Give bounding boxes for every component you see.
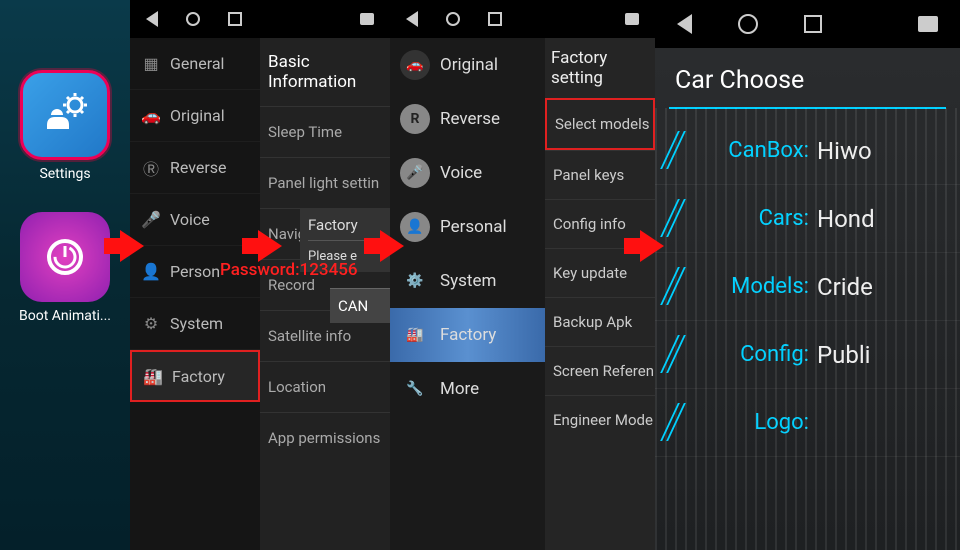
sidebar-item-reverse[interactable]: ⓇReverse xyxy=(130,142,260,194)
mic-icon: 🎤 xyxy=(400,158,430,188)
gallery-icon[interactable] xyxy=(918,16,938,32)
sidebar-item-original[interactable]: 🚗Original xyxy=(390,38,545,92)
factory-icon: 🏭 xyxy=(400,320,430,350)
gallery-icon[interactable] xyxy=(625,13,639,25)
cancel-button[interactable]: CAN xyxy=(330,288,390,323)
factory-header: Factory setting xyxy=(545,38,655,98)
page-title: Car Choose xyxy=(655,48,960,107)
info-pane: Basic Information Sleep Time Panel light… xyxy=(260,38,390,550)
slash-icon xyxy=(665,267,683,307)
step-arrow-icon xyxy=(380,230,404,262)
sidebar-item-original[interactable]: 🚗Original xyxy=(130,90,260,142)
slash-icon xyxy=(665,199,683,239)
settings-screen-1: ▦General 🚗Original ⓇReverse 🎤Voice 👤Pers… xyxy=(130,0,390,550)
row-screen-ref[interactable]: Screen Referen xyxy=(545,346,655,395)
android-navbar xyxy=(390,0,655,38)
home-icon[interactable] xyxy=(186,12,200,26)
row-engineer-mode[interactable]: Engineer Mode xyxy=(545,395,655,444)
factory-icon: 🏭 xyxy=(142,365,164,387)
row-panel[interactable]: Panel light settin xyxy=(260,157,390,208)
slash-icon xyxy=(665,335,683,375)
factory-pane: Factory setting Select models Panel keys… xyxy=(545,38,655,550)
gear-icon: ⚙ xyxy=(140,313,162,335)
row-panel-keys[interactable]: Panel keys xyxy=(545,150,655,199)
step-arrow-icon xyxy=(640,230,664,262)
home-screen: Settings Boot Animati... xyxy=(0,0,130,550)
gallery-icon[interactable] xyxy=(360,13,374,25)
grid-icon: ▦ xyxy=(140,53,162,75)
settings-sidebar: 🚗Original RReverse 🎤Voice 👤Personal ⚙️Sy… xyxy=(390,38,545,550)
home-icon[interactable] xyxy=(446,12,460,26)
settings-screen-2: 🚗Original RReverse 🎤Voice 👤Personal ⚙️Sy… xyxy=(390,0,655,550)
android-navbar xyxy=(130,0,390,38)
back-icon[interactable] xyxy=(677,14,692,34)
back-icon[interactable] xyxy=(406,11,418,27)
settings-sidebar: ▦General 🚗Original ⓇReverse 🎤Voice 👤Pers… xyxy=(130,38,260,550)
sidebar-item-factory[interactable]: 🏭Factory xyxy=(390,308,545,362)
row-select-models[interactable]: Select models xyxy=(545,98,655,150)
row-loc[interactable]: Location xyxy=(260,361,390,412)
car-icon: 🚗 xyxy=(140,105,162,127)
person-icon: 👤 xyxy=(400,212,430,242)
power-icon[interactable] xyxy=(20,212,110,302)
row-sleep[interactable]: Sleep Time xyxy=(260,106,390,157)
reverse-icon: R xyxy=(400,104,430,134)
row-perm[interactable]: App permissions xyxy=(260,412,390,463)
step-arrow-icon xyxy=(258,230,282,262)
recent-icon[interactable] xyxy=(804,15,822,33)
row-backup-apk[interactable]: Backup Apk xyxy=(545,297,655,346)
gear-icon: ⚙️ xyxy=(400,266,430,296)
password-hint: Password:123456 xyxy=(220,260,358,280)
reverse-icon: Ⓡ xyxy=(140,157,162,179)
android-navbar xyxy=(655,0,960,48)
sidebar-item-reverse[interactable]: RReverse xyxy=(390,92,545,146)
back-icon[interactable] xyxy=(146,11,158,27)
settings-app[interactable]: Settings xyxy=(20,70,110,182)
slash-icon xyxy=(665,131,683,171)
wrench-icon: 🔧 xyxy=(400,374,430,404)
recent-icon[interactable] xyxy=(228,12,242,26)
car-choose-screen: Car Choose CanBox:Hiwo Cars:Hond Models:… xyxy=(655,0,960,550)
sidebar-item-voice[interactable]: 🎤Voice xyxy=(130,194,260,246)
sidebar-item-more[interactable]: 🔧More xyxy=(390,362,545,416)
boot-animation-app[interactable]: Boot Animati... xyxy=(19,212,111,324)
car-icon: 🚗 xyxy=(400,50,430,80)
info-header: Basic Information xyxy=(260,38,390,106)
person-icon: 👤 xyxy=(140,261,162,283)
home-icon[interactable] xyxy=(738,14,758,34)
boot-label: Boot Animati... xyxy=(19,308,111,324)
sidebar-item-system[interactable]: ⚙️System xyxy=(390,254,545,308)
slash-icon xyxy=(665,403,683,443)
recent-icon[interactable] xyxy=(488,12,502,26)
sidebar-item-factory[interactable]: 🏭Factory xyxy=(130,350,260,402)
mic-icon: 🎤 xyxy=(140,209,162,231)
sidebar-item-personal[interactable]: 👤Personal xyxy=(390,200,545,254)
step-arrow-icon xyxy=(120,230,144,262)
sidebar-item-voice[interactable]: 🎤Voice xyxy=(390,146,545,200)
row-key-update[interactable]: Key update xyxy=(545,248,655,297)
sidebar-item-system[interactable]: ⚙System xyxy=(130,298,260,350)
settings-icon[interactable] xyxy=(20,70,110,160)
sidebar-item-general[interactable]: ▦General xyxy=(130,38,260,90)
settings-label: Settings xyxy=(39,166,90,182)
